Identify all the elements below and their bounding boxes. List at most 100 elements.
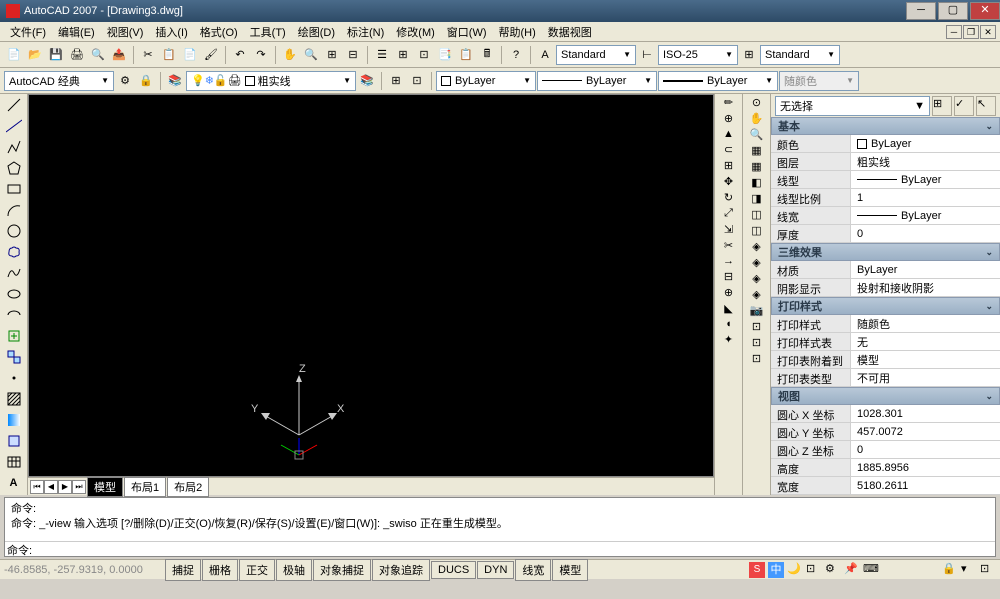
swiso-tool[interactable]: ◈ — [752, 240, 760, 253]
break-tool[interactable]: ⊟ — [724, 270, 733, 283]
tab-layout2[interactable]: 布局2 — [167, 477, 209, 497]
erase-tool[interactable]: ✏ — [724, 96, 733, 109]
zoomwin-icon[interactable]: ⊞ — [322, 45, 342, 65]
tray-icon-3[interactable]: ⚙ — [825, 562, 841, 578]
menu-format[interactable]: 格式(O) — [194, 22, 244, 42]
layer-combo[interactable]: 💡❄🔓🖨 粗实线▼ — [186, 71, 356, 91]
circle-tool[interactable] — [4, 222, 24, 240]
point-tool[interactable] — [4, 369, 24, 387]
prop-value[interactable]: 0 — [851, 441, 1000, 458]
join-tool[interactable]: ⊕ — [724, 286, 733, 299]
hatch-tool[interactable] — [4, 390, 24, 408]
viewport[interactable]: Z X Y — [28, 94, 714, 477]
prop-value[interactable]: 随颜色 — [851, 315, 1000, 332]
color-combo[interactable]: ByLayer▼ — [436, 71, 536, 91]
tray-icon-2[interactable]: ⊡ — [806, 562, 822, 578]
otrack-toggle[interactable]: 对象追踪 — [372, 559, 430, 581]
ssm-icon[interactable]: 📑 — [435, 45, 455, 65]
3dwire-tool[interactable]: ⊡ — [752, 320, 761, 333]
polygon-tool[interactable] — [4, 159, 24, 177]
menu-dimension[interactable]: 标注(N) — [341, 22, 390, 42]
props-icon[interactable]: ☰ — [372, 45, 392, 65]
props-select-button[interactable]: ↖ — [976, 96, 996, 116]
top-view-tool[interactable]: ▦ — [751, 144, 761, 157]
left-view-tool[interactable]: ◧ — [751, 176, 761, 189]
match-icon[interactable]: 🖌 — [201, 45, 221, 65]
arc-tool[interactable] — [4, 201, 24, 219]
preview-icon[interactable]: 🔍 — [88, 45, 108, 65]
3dzoom-tool[interactable]: 🔍 — [750, 128, 764, 141]
pline-tool[interactable] — [4, 138, 24, 156]
prop-value[interactable]: 不可用 — [851, 369, 1000, 386]
prop-value[interactable]: 0 — [851, 225, 1000, 242]
props-quickselect-button[interactable]: ⊞ — [932, 96, 952, 116]
move-tool[interactable]: ✥ — [724, 175, 733, 188]
command-window[interactable]: 命令: 命令: _-view 输入选项 [?/删除(D)/正交(O)/恢复(R)… — [4, 497, 996, 557]
prop-value[interactable]: ByLayer — [851, 171, 1000, 188]
prop-value[interactable]: 1028.301 — [851, 405, 1000, 422]
3dorbit-tool[interactable]: ⊙ — [752, 96, 761, 109]
tray-icon-4[interactable]: 📌 — [844, 562, 860, 578]
ime-icon[interactable]: S — [749, 562, 765, 578]
prop-row[interactable]: 打印表类型不可用 — [771, 369, 1000, 387]
menu-edit[interactable]: 编辑(E) — [52, 22, 101, 42]
ws-settings-icon[interactable]: ⚙ — [115, 71, 135, 91]
menu-help[interactable]: 帮助(H) — [493, 22, 542, 42]
rectangle-tool[interactable] — [4, 180, 24, 198]
mtext-tool[interactable]: A — [4, 474, 24, 492]
table-tool[interactable] — [4, 453, 24, 471]
menu-modify[interactable]: 修改(M) — [390, 22, 441, 42]
offset-tool[interactable]: ⊂ — [724, 143, 733, 156]
dimstyle-combo[interactable]: ISO-25▼ — [658, 45, 738, 65]
cmd-input[interactable]: 命令: — [5, 541, 995, 556]
region-tool[interactable] — [4, 432, 24, 450]
paste-icon[interactable]: 📄 — [180, 45, 200, 65]
plotcolor-combo[interactable]: 随颜色▼ — [779, 71, 859, 91]
rotate-tool[interactable]: ↻ — [724, 191, 733, 204]
prop-value[interactable]: 投射和接收阴影 — [851, 279, 1000, 296]
ellipse-tool[interactable] — [4, 285, 24, 303]
prop-value[interactable]: 1 — [851, 189, 1000, 206]
layerprev-icon[interactable]: 📚 — [357, 71, 377, 91]
menu-file[interactable]: 文件(F) — [4, 22, 52, 42]
prop-row[interactable]: 线宽ByLayer — [771, 207, 1000, 225]
tab-layout1[interactable]: 布局1 — [124, 477, 166, 497]
section-basic[interactable]: 基本⌄ — [771, 117, 1000, 135]
menu-tools[interactable]: 工具(T) — [244, 22, 292, 42]
prop-value[interactable]: 无 — [851, 333, 1000, 350]
ducs-toggle[interactable]: DUCS — [431, 561, 476, 579]
close-button[interactable]: ✕ — [970, 2, 1000, 20]
print-icon[interactable]: 🖨 — [67, 45, 87, 65]
layermgr-icon[interactable]: ⊞ — [386, 71, 406, 91]
minimize-button[interactable]: ─ — [906, 2, 936, 20]
prop-row[interactable]: 线型ByLayer — [771, 171, 1000, 189]
prop-row[interactable]: 线型比例1 — [771, 189, 1000, 207]
save-icon[interactable]: 💾 — [46, 45, 66, 65]
textstyle-icon[interactable]: A — [535, 45, 555, 65]
tray-icon-1[interactable]: 🌙 — [787, 562, 803, 578]
prop-row[interactable]: 阴影显示投射和接收阴影 — [771, 279, 1000, 297]
snap-toggle[interactable]: 捕捉 — [165, 559, 201, 581]
front-view-tool[interactable]: ◫ — [751, 208, 761, 221]
block-tool[interactable] — [4, 348, 24, 366]
layers-icon[interactable]: 📚 — [165, 71, 185, 91]
doc-minimize-button[interactable]: ─ — [946, 25, 962, 39]
dimstyle-icon[interactable]: ⊢ — [637, 45, 657, 65]
osnap-toggle[interactable]: 对象捕捉 — [313, 559, 371, 581]
coords-display[interactable]: -46.8585, -257.9319, 0.0000 — [4, 564, 164, 576]
menu-view[interactable]: 视图(V) — [101, 22, 150, 42]
array-tool[interactable]: ⊞ — [724, 159, 733, 172]
prop-value[interactable]: 457.0072 — [851, 423, 1000, 440]
maximize-button[interactable]: ▢ — [938, 2, 968, 20]
tp-icon[interactable]: ⊡ — [414, 45, 434, 65]
prop-value[interactable]: 模型 — [851, 351, 1000, 368]
prop-value[interactable]: ByLayer — [851, 261, 1000, 278]
explode-tool[interactable]: ✦ — [724, 333, 733, 346]
right-view-tool[interactable]: ◨ — [751, 192, 761, 205]
line-tool[interactable] — [4, 96, 24, 114]
extend-tool[interactable]: → — [723, 255, 734, 267]
clean-screen-icon[interactable]: ⊡ — [980, 562, 996, 578]
seiso-tool[interactable]: ◈ — [752, 256, 760, 269]
ws-lock-icon[interactable]: 🔒 — [136, 71, 156, 91]
pan-icon[interactable]: ✋ — [280, 45, 300, 65]
